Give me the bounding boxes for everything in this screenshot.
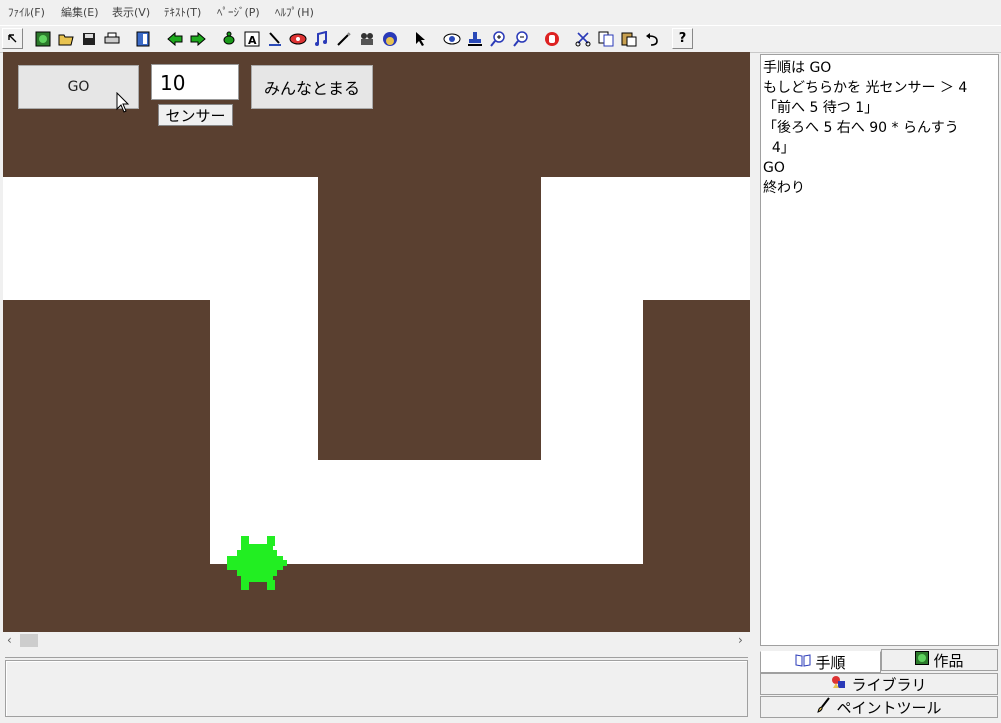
- pen-icon[interactable]: [264, 28, 285, 49]
- cut-icon[interactable]: [572, 28, 593, 49]
- undo-icon[interactable]: [641, 28, 662, 49]
- turtle-icon[interactable]: [218, 28, 239, 49]
- menu-edit[interactable]: 編集(E): [61, 4, 99, 20]
- film-icon[interactable]: [356, 28, 377, 49]
- globe-icon[interactable]: [32, 28, 53, 49]
- zoom-in-icon[interactable]: [487, 28, 508, 49]
- globe-icon: [915, 651, 930, 669]
- paint-icon[interactable]: [379, 28, 400, 49]
- tab-works[interactable]: 作品: [881, 649, 998, 671]
- mouse-cursor-icon: [116, 92, 130, 113]
- book-icon: [795, 653, 811, 671]
- sensor-label: センサー: [158, 104, 233, 126]
- copy-icon[interactable]: [595, 28, 616, 49]
- menu-text[interactable]: ﾃｷｽﾄ(T): [164, 4, 201, 20]
- menu-help[interactable]: ﾍﾙﾌﾟ(H): [275, 4, 314, 20]
- eye-icon[interactable]: [441, 28, 462, 49]
- zoom-out-icon[interactable]: [510, 28, 531, 49]
- tab-paint-tool-label: ペイントツール: [836, 698, 942, 717]
- toolbar: A ?: [0, 25, 1001, 53]
- text-icon[interactable]: A: [241, 28, 262, 49]
- print-icon[interactable]: [101, 28, 122, 49]
- hand-icon[interactable]: [541, 28, 562, 49]
- path-segment: [541, 177, 750, 300]
- forward-arrow-icon[interactable]: [187, 28, 208, 49]
- cursor-icon[interactable]: [410, 28, 431, 49]
- tab-works-label: 作品: [933, 651, 964, 670]
- help-icon[interactable]: ?: [672, 28, 693, 49]
- code-line: 「前へ 5 待つ 1」: [763, 100, 879, 116]
- all-stop-button[interactable]: みんなとまる: [251, 65, 373, 109]
- horizontal-scrollbar[interactable]: ‹ ›: [3, 632, 750, 649]
- scroll-left-icon[interactable]: ‹: [7, 632, 12, 649]
- menu-page[interactable]: ﾍﾟｰｼﾞ(P): [217, 4, 260, 20]
- tab-paint-tool[interactable]: ペイントツール: [760, 696, 998, 718]
- code-line: 4」: [763, 140, 795, 156]
- code-line: 「後ろへ 5 右へ 90 * らんすう: [763, 120, 959, 136]
- menu-file[interactable]: ﾌｧｲﾙ(F): [8, 4, 45, 20]
- page-icon[interactable]: [132, 28, 153, 49]
- brush-icon: [816, 697, 832, 717]
- menu-bar: ﾌｧｲﾙ(F) 編集(E) 表示(V) ﾃｷｽﾄ(T) ﾍﾟｰｼﾞ(P) ﾍﾙﾌ…: [0, 0, 1001, 24]
- music-icon[interactable]: [310, 28, 331, 49]
- status-bar: [5, 660, 748, 717]
- code-line: GO: [763, 160, 785, 176]
- tab-library-label: ライブラリ: [851, 675, 927, 694]
- tab-library[interactable]: ライブラリ: [760, 673, 998, 695]
- stage-canvas[interactable]: GO 10 センサー みんなとまる: [3, 52, 750, 632]
- tab-procedure[interactable]: 手順: [760, 651, 881, 673]
- pointer-icon[interactable]: [2, 28, 23, 49]
- tab-procedure-label: 手順: [815, 653, 846, 672]
- back-arrow-icon[interactable]: [164, 28, 185, 49]
- number-field[interactable]: 10: [151, 64, 239, 100]
- eye-shape-icon[interactable]: [287, 28, 308, 49]
- save-icon[interactable]: [78, 28, 99, 49]
- procedure-editor[interactable]: 手順は GO もしどちらかを 光センサー ＞ 4 「前へ 5 待つ 1」 「後ろ…: [760, 54, 999, 646]
- wand-icon[interactable]: [333, 28, 354, 49]
- shapes-icon: [831, 675, 847, 693]
- svg-text:A: A: [248, 34, 257, 47]
- paste-icon[interactable]: [618, 28, 639, 49]
- stamp-icon[interactable]: [464, 28, 485, 49]
- open-folder-icon[interactable]: [55, 28, 76, 49]
- code-line: 終わり: [763, 180, 805, 196]
- status-divider: [5, 657, 748, 658]
- turtle-sprite[interactable]: [225, 536, 287, 590]
- scroll-right-icon[interactable]: ›: [738, 632, 743, 649]
- code-line: もしどちらかを 光センサー ＞ 4: [763, 80, 968, 96]
- scroll-thumb[interactable]: [20, 634, 38, 647]
- menu-view[interactable]: 表示(V): [112, 4, 150, 20]
- code-line: 手順は GO: [763, 60, 832, 76]
